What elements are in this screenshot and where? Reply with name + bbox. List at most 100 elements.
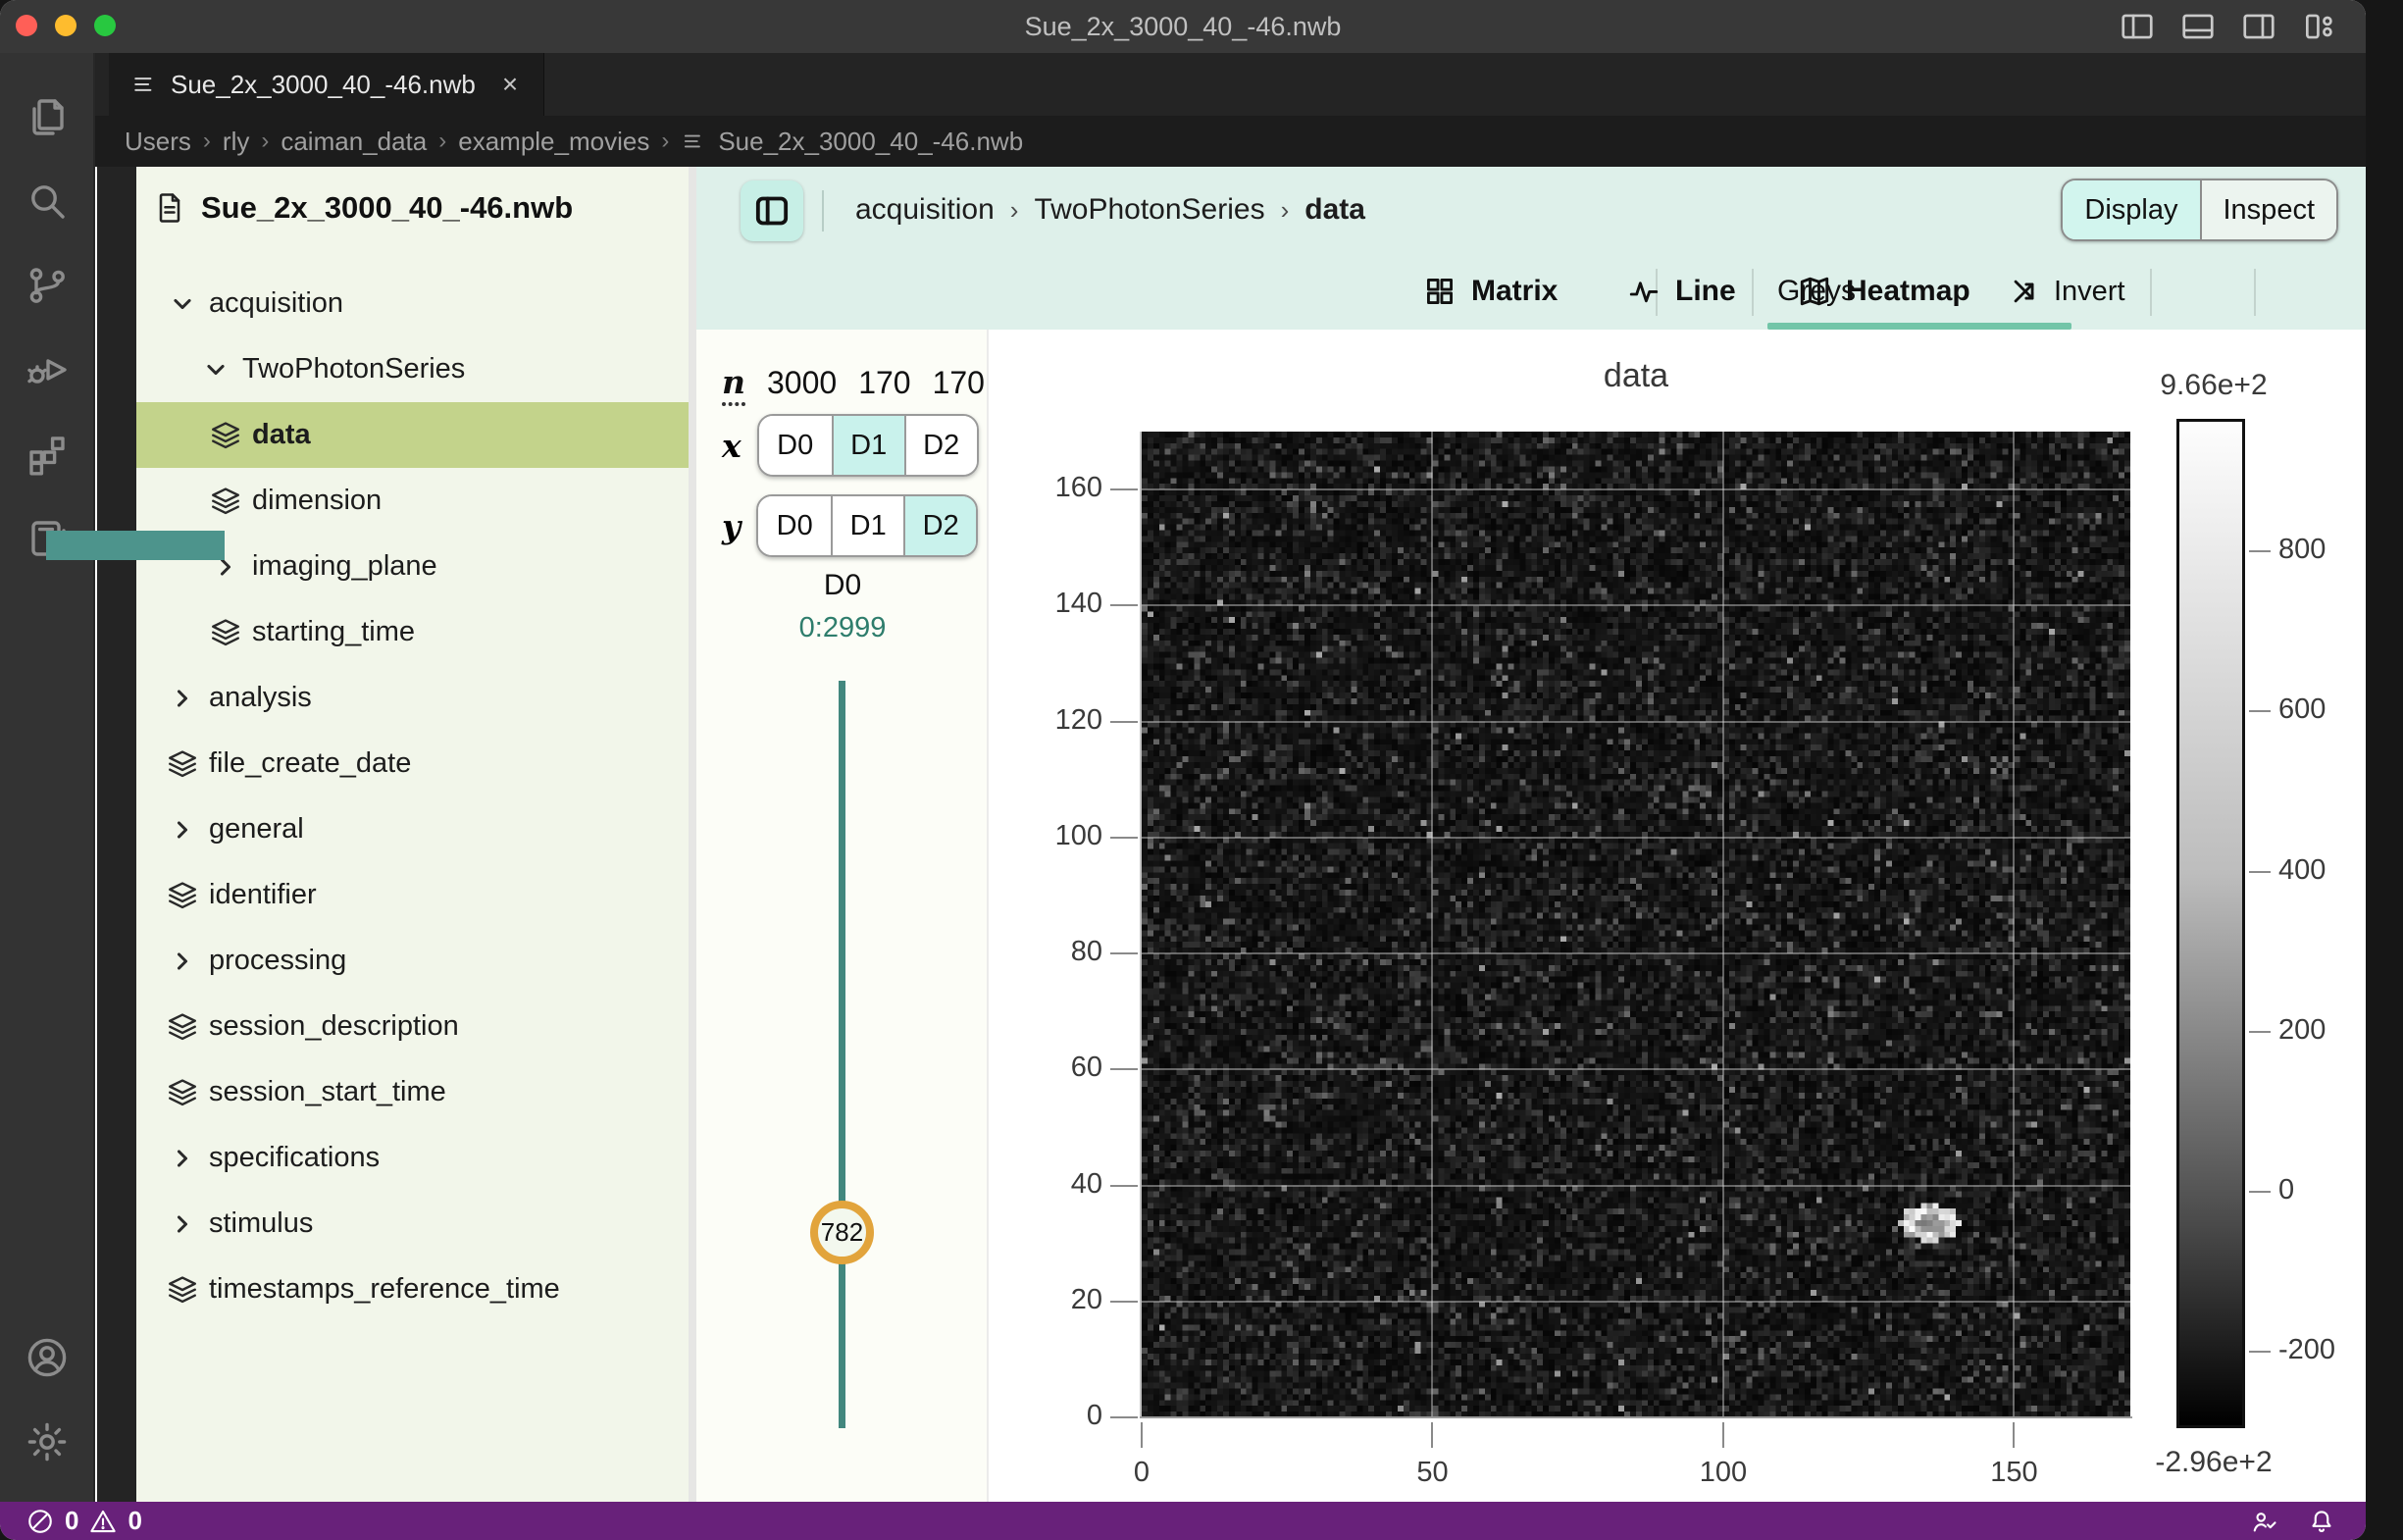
tree-item-file_create_date[interactable]: file_create_date: [136, 731, 696, 796]
tree-item-general[interactable]: general: [136, 796, 696, 862]
x-label: x: [722, 427, 741, 465]
tree-item-timestamps_reference_time[interactable]: timestamps_reference_time: [136, 1257, 696, 1322]
nwb-tree-panel: Sue_2x_3000_40_-46.nwb acquisitionTwoPho…: [136, 167, 696, 1502]
plot-title: data: [1142, 357, 2130, 395]
y-dim-option-d1[interactable]: D1: [831, 496, 903, 555]
x-dim-option-d0[interactable]: D0: [759, 416, 832, 475]
chevron-right-icon[interactable]: [166, 945, 199, 978]
error-count: 0: [65, 1506, 78, 1536]
warning-count: 0: [128, 1506, 141, 1536]
view-tab-line[interactable]: Line: [1626, 253, 1736, 330]
tree-item-acquisition[interactable]: acquisition: [136, 271, 696, 336]
tree-item-label: timestamps_reference_time: [209, 1273, 560, 1306]
tree-item-session_start_time[interactable]: session_start_time: [136, 1059, 696, 1125]
chevron-right-icon[interactable]: [166, 682, 199, 715]
frame-slider-thumb[interactable]: 782: [810, 1201, 874, 1264]
x-axis-spine: [1140, 1416, 2132, 1418]
bell-icon[interactable]: [2307, 1507, 2336, 1536]
editor-tab[interactable]: Sue_2x_3000_40_-46.nwb ×: [109, 53, 544, 116]
dataset-icon: [166, 1076, 199, 1109]
display-inspect-toggle: DisplayInspect: [2061, 179, 2338, 241]
breadcrumb-segment[interactable]: Users: [125, 127, 191, 157]
problems-indicator[interactable]: 0 0: [0, 1506, 142, 1536]
chevron-right-icon: ›: [1281, 195, 1290, 226]
view-tab-matrix[interactable]: Matrix: [1422, 253, 1558, 330]
x-dim-option-d2[interactable]: D2: [904, 416, 977, 475]
y-dim-option-d0[interactable]: D0: [758, 496, 831, 555]
activity-item-account[interactable]: [0, 1315, 94, 1400]
tree-item-data[interactable]: data: [136, 402, 696, 468]
frame-slider-track[interactable]: [839, 681, 845, 1428]
toggle-sidebar-button[interactable]: [741, 180, 803, 241]
breadcrumb-segment[interactable]: caiman_data: [281, 127, 427, 157]
activity-item-source-control[interactable]: [0, 243, 94, 328]
search-icon: [24, 178, 71, 225]
mode-display-button[interactable]: Display: [2063, 180, 2199, 239]
tree-item-stimulus[interactable]: stimulus: [136, 1191, 696, 1257]
editor-tab-label: Sue_2x_3000_40_-46.nwb: [171, 70, 476, 100]
tree-item-TwoPhotonSeries[interactable]: TwoPhotonSeries: [136, 336, 696, 402]
y-tick-label: 0: [995, 1400, 1102, 1432]
breadcrumb-segment[interactable]: rly: [223, 127, 249, 157]
feedback-icon[interactable]: [2250, 1507, 2279, 1536]
tree-item-starting_time[interactable]: starting_time: [136, 599, 696, 665]
crumb-data: data: [1304, 193, 1365, 227]
active-tab-underline: [1767, 323, 2071, 330]
crumb-acquisition[interactable]: acquisition: [855, 193, 995, 227]
activity-item-settings[interactable]: [0, 1400, 94, 1484]
dataset-icon: [209, 419, 242, 452]
colorbar-tick-label: 0: [2278, 1174, 2366, 1206]
panel-divider[interactable]: [689, 167, 696, 1502]
mode-inspect-button[interactable]: Inspect: [2200, 180, 2337, 239]
tree-item-identifier[interactable]: identifier: [136, 862, 696, 928]
list-icon: [681, 128, 706, 154]
chevron-right-icon[interactable]: [166, 1142, 199, 1175]
run-debug-icon: [24, 346, 71, 393]
chevron-right-icon[interactable]: [166, 813, 199, 847]
colorbar-tick-label: 600: [2278, 693, 2366, 726]
x-dim-option-d1[interactable]: D1: [832, 416, 904, 475]
chevron-right-icon[interactable]: [166, 1207, 199, 1241]
close-tab-button[interactable]: ×: [502, 69, 518, 100]
chevron-down-icon[interactable]: [199, 353, 232, 386]
file-title-label: Sue_2x_3000_40_-46.nwb: [201, 190, 573, 226]
layout-customize-icon[interactable]: [2301, 8, 2338, 45]
tree-item-label: dimension: [252, 485, 382, 517]
layout-panel-right-icon[interactable]: [2240, 8, 2277, 45]
activity-item-search[interactable]: [0, 159, 94, 243]
nwb-tree: acquisitionTwoPhotonSeriesdata dimension i…: [136, 271, 696, 1322]
layout-panel-left-icon[interactable]: [2119, 8, 2156, 45]
activity-item-files[interactable]: [0, 75, 94, 159]
tree-item-session_description[interactable]: session_description: [136, 994, 696, 1059]
tree-item-analysis[interactable]: analysis: [136, 665, 696, 731]
tree-item-specifications[interactable]: specifications: [136, 1125, 696, 1191]
breadcrumb-segment[interactable]: example_movies: [458, 127, 649, 157]
toolbar-divider: [2254, 269, 2256, 316]
toolbar-divider: [1752, 269, 1754, 316]
tree-item-dimension[interactable]: dimension: [136, 468, 696, 534]
invert-label: Invert: [2054, 276, 2125, 308]
tree-item-label: starting_time: [252, 616, 415, 648]
x-dim-segmented-control: D0D1D2: [757, 414, 979, 477]
invert-button[interactable]: Invert: [2009, 253, 2125, 330]
layout-panel-bottom-icon[interactable]: [2179, 8, 2217, 45]
colorbar[interactable]: [2176, 419, 2245, 1428]
colorbar-min-label: -2.96e+2: [2121, 1446, 2307, 1479]
chevron-down-icon[interactable]: [166, 287, 199, 321]
document-icon: [152, 190, 187, 226]
tree-item-processing[interactable]: processing: [136, 928, 696, 994]
heatmap-image[interactable]: [1142, 432, 2130, 1417]
view-tab-heatmap[interactable]: Heatmap: [1797, 253, 1970, 330]
y-tick-label: 140: [995, 588, 1102, 620]
crumb-twophotonseries[interactable]: TwoPhotonSeries: [1034, 193, 1264, 227]
activity-bar: [0, 53, 95, 1502]
colorbar-tick-label: 200: [2278, 1014, 2366, 1047]
activity-item-run-debug[interactable]: [0, 328, 94, 412]
y-dim-option-d2[interactable]: D2: [903, 496, 976, 555]
activity-item-extensions[interactable]: [0, 412, 94, 496]
breadcrumb-file[interactable]: Sue_2x_3000_40_-46.nwb: [718, 127, 1023, 157]
chevron-right-icon: ›: [438, 128, 446, 155]
tree-item-label: processing: [209, 945, 346, 977]
status-bar: 0 0: [0, 1502, 2366, 1540]
y-tick-mark: [1110, 952, 1138, 954]
